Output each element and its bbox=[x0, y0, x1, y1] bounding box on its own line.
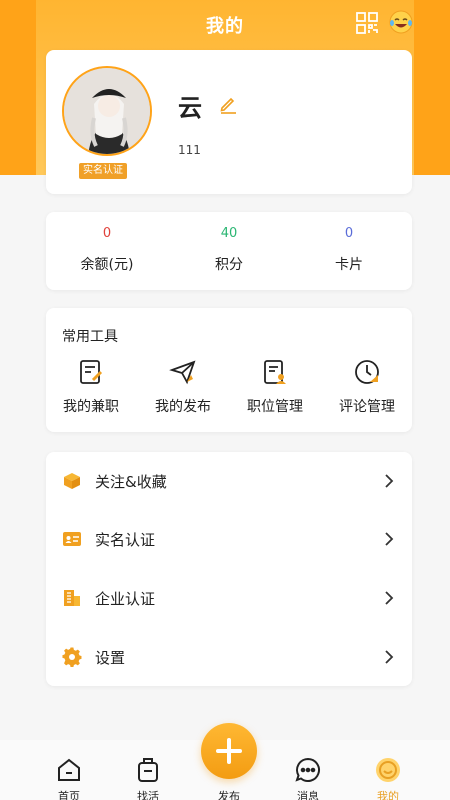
stat-balance[interactable]: 0 余额(元) bbox=[52, 226, 162, 274]
avatar[interactable] bbox=[62, 66, 152, 156]
chevron-right-icon bbox=[385, 591, 394, 605]
tab-find-work[interactable]: 找活 bbox=[118, 756, 178, 800]
tab-label: 首页 bbox=[58, 790, 80, 800]
cards-label: 卡片 bbox=[335, 257, 363, 273]
building-icon bbox=[64, 590, 80, 606]
stat-cards[interactable]: 0 卡片 bbox=[294, 226, 404, 274]
points-label: 积分 bbox=[215, 257, 243, 273]
menu-label: 企业认证 bbox=[95, 590, 156, 608]
tool-label: 职位管理 bbox=[247, 399, 303, 415]
position-manage-icon bbox=[264, 360, 286, 384]
tools-card: 常用工具 我的兼职 我的发布 职位管理 评论管理 bbox=[46, 308, 412, 432]
tool-comment-manage[interactable]: 评论管理 bbox=[322, 358, 412, 416]
menu-item-enterprise-verify[interactable]: 企业认证 bbox=[46, 569, 412, 627]
gear-icon bbox=[62, 647, 82, 667]
laughing-emoji-icon[interactable] bbox=[388, 9, 414, 35]
tool-position-manage[interactable]: 职位管理 bbox=[230, 358, 320, 416]
nickname: 云 bbox=[178, 94, 202, 122]
id-card-icon bbox=[63, 532, 81, 546]
stats-card: 0 余额(元) 40 积分 0 卡片 bbox=[46, 212, 412, 290]
menu-item-follow-favorites[interactable]: 关注&收藏 bbox=[46, 452, 412, 510]
cards-value: 0 bbox=[344, 226, 354, 241]
tool-label: 我的兼职 bbox=[63, 399, 119, 415]
balance-label: 余额(元) bbox=[80, 257, 134, 273]
edit-pencil-icon[interactable] bbox=[218, 94, 238, 114]
points-value: 40 bbox=[220, 226, 238, 241]
tab-mine[interactable]: 我的 bbox=[358, 756, 418, 800]
tool-label: 评论管理 bbox=[339, 399, 395, 415]
menu-card: 关注&收藏 实名认证 企业认证 设置 bbox=[46, 452, 412, 686]
tab-label: 消息 bbox=[297, 790, 319, 800]
menu-item-real-name-verify[interactable]: 实名认证 bbox=[46, 510, 412, 568]
qr-code-icon[interactable] bbox=[356, 12, 378, 34]
menu-label: 关注&收藏 bbox=[95, 473, 167, 491]
home-icon bbox=[58, 758, 80, 781]
menu-label: 设置 bbox=[95, 649, 126, 667]
chevron-right-icon bbox=[385, 650, 394, 664]
profile-card: 实名认证 云 111 bbox=[46, 50, 412, 194]
box-icon bbox=[64, 473, 80, 489]
briefcase-icon bbox=[138, 758, 158, 782]
stat-points[interactable]: 40 积分 bbox=[174, 226, 284, 274]
tab-publish-label: 发布 bbox=[218, 790, 240, 800]
menu-label: 实名认证 bbox=[95, 531, 156, 549]
part-time-job-icon bbox=[80, 360, 103, 384]
balance-value: 0 bbox=[102, 226, 112, 241]
tool-my-part-time[interactable]: 我的兼职 bbox=[46, 358, 136, 416]
paper-plane-icon bbox=[169, 360, 196, 385]
clock-icon bbox=[355, 360, 379, 384]
tab-messages[interactable]: 消息 bbox=[278, 756, 338, 800]
tab-label: 我的 bbox=[377, 790, 399, 800]
profile-icon bbox=[376, 758, 400, 782]
real-name-verified-badge: 实名认证 bbox=[79, 163, 127, 179]
page-title: 我的 bbox=[206, 16, 244, 37]
user-id: 111 bbox=[178, 143, 201, 157]
tab-home[interactable]: 首页 bbox=[39, 756, 99, 800]
publish-plus-button[interactable] bbox=[201, 723, 257, 779]
tab-label: 找活 bbox=[137, 790, 159, 800]
tools-title: 常用工具 bbox=[62, 329, 118, 345]
tool-label: 我的发布 bbox=[155, 399, 211, 415]
chevron-right-icon bbox=[385, 474, 394, 488]
menu-item-settings[interactable]: 设置 bbox=[46, 628, 412, 686]
chat-icon bbox=[295, 757, 320, 782]
tool-my-publish[interactable]: 我的发布 bbox=[138, 358, 228, 416]
chevron-right-icon bbox=[385, 532, 394, 546]
